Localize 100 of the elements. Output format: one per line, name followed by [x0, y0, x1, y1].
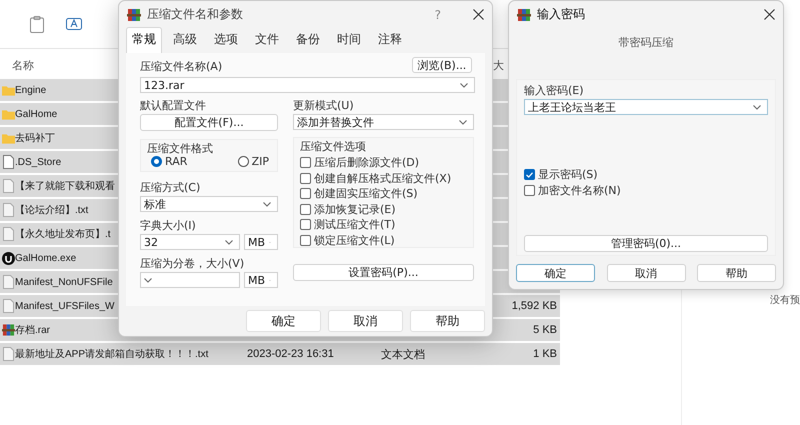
checkbox[interactable] [300, 172, 311, 184]
close-icon[interactable] [764, 9, 775, 20]
chevron-icon [459, 120, 467, 124]
folder-icon [2, 132, 15, 144]
dialog-button[interactable]: 取消 [328, 310, 403, 332]
column-header[interactable]: 大 [493, 58, 504, 73]
file-type: 文本文档 [381, 348, 425, 360]
window-title: 压缩文件名和参数 [147, 6, 244, 23]
folder-icon [2, 108, 15, 120]
group-title: 压缩文件选项 [300, 140, 367, 153]
field-label: 字典大小(I) [140, 219, 197, 232]
column-header[interactable]: 名称 [12, 58, 34, 73]
dialog-button[interactable]: 确定 [246, 310, 321, 332]
file-name: 存档.rar [15, 325, 50, 336]
document-icon [3, 203, 14, 217]
dictionary-dropdown[interactable]: 32 [140, 234, 240, 250]
file-icon [3, 155, 14, 169]
update-mode-dropdown[interactable]: 添加并替换文件 [293, 114, 474, 130]
document-icon [3, 275, 14, 289]
file-name: GalHome [15, 108, 58, 120]
file-row[interactable]: 最新地址及APP请发邮箱自动获取！！！.txt 2023-02-23 16:31 文本文档 1 KB [0, 343, 560, 365]
file-size: 5 KB [533, 324, 557, 336]
file-name: Manifest_NonUFSFile [15, 276, 113, 288]
field-label: 压缩为分卷，大小(V) [140, 257, 246, 270]
winrar-icon [127, 8, 141, 22]
archive-name-field[interactable]: 123.rar [140, 77, 475, 93]
checkbox-label: 压缩后删除源文件(D) [314, 156, 420, 169]
folder-icon [2, 84, 15, 96]
tab[interactable]: 高级 [167, 27, 203, 53]
chevron-icon [144, 278, 152, 282]
checkbox-label: 锁定压缩文件(L) [314, 234, 395, 246]
checkbox[interactable] [524, 169, 535, 180]
app-icon [2, 252, 15, 264]
checkbox-label: 创建固实压缩文件(S) [314, 187, 418, 200]
checkbox-label: 添加恢复记录(E) [314, 202, 396, 216]
dialog-subtitle: 带密码压缩 [618, 36, 674, 49]
method-dropdown[interactable]: 标准 [140, 196, 278, 212]
file-name: 【论坛介绍】.txt [15, 205, 88, 216]
checkbox[interactable] [300, 234, 311, 246]
dialog-button[interactable]: 确定 [516, 264, 595, 282]
rename-icon[interactable] [66, 16, 82, 32]
tab[interactable]: 选项 [208, 27, 244, 53]
field-label: 压缩文件名称(A) [140, 60, 222, 73]
radio-label: RAR [165, 155, 188, 168]
file-name: 最新地址及APP请发邮箱自动获取！！！.txt [15, 349, 208, 360]
winrar-icon [517, 8, 531, 22]
chevron-icon [460, 82, 468, 88]
document-icon [3, 299, 14, 313]
file-name: 去码补丁 [15, 133, 55, 144]
checkbox[interactable] [300, 204, 311, 214]
manage-passwords-button[interactable]: 管理密码(0)... [524, 235, 768, 252]
close-icon[interactable] [473, 9, 484, 20]
file-name: GalHome.exe [15, 252, 76, 264]
checkbox-label: 测试压缩文件(T) [314, 218, 396, 231]
checkbox-label: 加密文件名称(N) [538, 184, 621, 197]
tab[interactable]: 注释 [372, 27, 408, 53]
file-date: 2023-02-23 16:31 [247, 348, 334, 360]
preview-message: 没有预 [770, 295, 800, 306]
password-field[interactable]: 上老王论坛当老王 [524, 99, 768, 115]
checkbox[interactable] [300, 188, 311, 199]
chevron-icon [263, 202, 271, 206]
radio-button[interactable] [151, 156, 162, 167]
tab[interactable]: 时间 [331, 27, 367, 53]
file-size: 1 KB [533, 348, 557, 360]
chevron-icon [225, 240, 233, 244]
checkbox[interactable] [300, 157, 311, 168]
field-label: 默认配置文件 [140, 99, 207, 112]
radio-button[interactable] [238, 156, 249, 167]
field-label: 压缩方式(C) [140, 181, 202, 194]
field-label: 更新模式(U) [293, 99, 355, 112]
checkbox[interactable] [300, 219, 311, 230]
tab[interactable]: 常规 [126, 27, 162, 53]
dialog-button[interactable]: 取消 [606, 264, 686, 282]
file-name: Engine [15, 84, 46, 96]
radio-label: ZIP [252, 155, 269, 168]
group-title: 压缩文件格式 [147, 142, 214, 155]
chevron-icon [753, 104, 761, 110]
checkbox[interactable] [524, 185, 535, 196]
set-password-button[interactable]: 设置密码(P)... [293, 264, 474, 281]
browse-button[interactable]: 浏览(B)... [412, 57, 472, 73]
dialog-button[interactable]: 帮助 [410, 310, 485, 332]
file-name: 【永久地址发布页】.t [15, 229, 111, 240]
tab[interactable]: 备份 [290, 27, 326, 53]
unit-dropdown[interactable]: MB [244, 272, 278, 288]
document-icon [3, 179, 14, 193]
archive-icon [2, 323, 15, 337]
document-icon [3, 227, 14, 241]
file-name: Manifest_UFSFiles_W [15, 300, 114, 312]
file-name: 【来了就能下载和观看 [15, 181, 115, 192]
profiles-button[interactable]: 配置文件(F)... [140, 114, 278, 131]
dialog-button[interactable]: 帮助 [697, 264, 776, 282]
checkbox-label: 显示密码(S) [538, 168, 598, 181]
clipboard-icon[interactable] [30, 16, 44, 32]
unit-dropdown[interactable]: MB [244, 234, 278, 250]
window-title: 输入密码 [537, 6, 586, 23]
checkbox-label: 创建自解压格式压缩文件(X) [314, 172, 452, 184]
file-name: .DS_Store [15, 156, 62, 168]
document-icon [3, 347, 14, 361]
tab[interactable]: 文件 [249, 27, 285, 53]
file-size: 1,592 KB [512, 300, 557, 312]
